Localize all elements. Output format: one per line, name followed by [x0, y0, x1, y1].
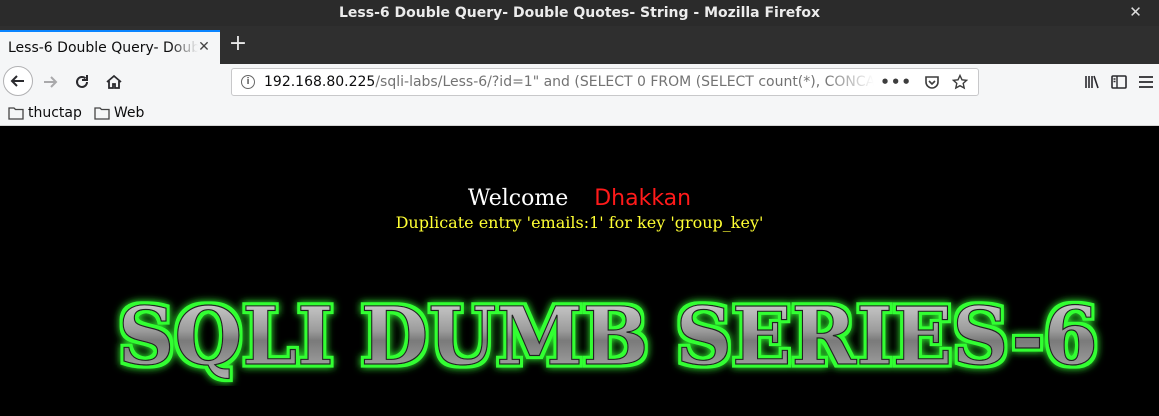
navigation-toolbar: i 192.168.80.225/sqli-labs/Less-6/?id=1"…	[0, 64, 1159, 100]
tab-strip: Less-6 Double Query- Double Quotes- Stri…	[0, 26, 1159, 64]
site-info-icon[interactable]: i	[241, 75, 255, 89]
welcome-text: Welcome	[467, 186, 569, 211]
url-host: 192.168.80.225	[264, 74, 376, 90]
back-arrow-icon	[10, 75, 24, 87]
bookmark-star-icon[interactable]	[952, 74, 968, 90]
folder-icon	[8, 106, 24, 120]
bookmark-folder-web[interactable]: Web	[94, 104, 145, 121]
library-icon[interactable]	[1083, 73, 1101, 91]
tab-title: Less-6 Double Query- Double Quotes- Stri…	[8, 40, 198, 56]
sqli-dumb-series-banner: SQLI DUMB SERIES-6	[117, 288, 1098, 383]
reload-button[interactable]	[68, 68, 96, 96]
tab-close-icon[interactable]: ✕	[196, 39, 212, 55]
bookmark-label: Web	[113, 104, 145, 121]
page-content: Welcome Dhakkan Duplicate entry 'emails:1…	[0, 126, 1159, 416]
sidebar-icon[interactable]	[1110, 73, 1128, 91]
welcome-name: Dhakkan	[594, 186, 692, 211]
bookmark-folder-thuctap[interactable]: thuctap	[8, 105, 82, 121]
banner-text: SQLI DUMB SERIES-6	[118, 289, 1098, 383]
reload-icon	[76, 75, 88, 88]
page-actions-more-icon[interactable]: •••	[880, 73, 912, 91]
welcome-line: Welcome Dhakkan	[0, 186, 1159, 211]
window-titlebar: Less-6 Double Query- Double Quotes- Stri…	[0, 0, 1159, 26]
pocket-icon[interactable]	[924, 74, 940, 90]
bookmarks-toolbar: thuctap Web	[0, 100, 1159, 126]
forward-button[interactable]	[36, 68, 64, 96]
back-button[interactable]	[3, 66, 33, 96]
page-actions: •••	[880, 73, 968, 91]
url-text[interactable]: 192.168.80.225/sqli-labs/Less-6/?id=1" a…	[264, 74, 874, 90]
tab-active[interactable]: Less-6 Double Query- Double Quotes- Stri…	[0, 30, 220, 64]
folder-icon	[94, 106, 110, 120]
home-icon	[106, 74, 122, 89]
sql-error-message: Duplicate entry 'emails:1' for key 'grou…	[395, 213, 764, 232]
bookmark-label: thuctap	[28, 104, 82, 121]
home-button[interactable]	[100, 68, 128, 96]
window-title: Less-6 Double Query- Double Quotes- Stri…	[338, 5, 820, 21]
toolbar-right	[1079, 68, 1159, 96]
url-bar[interactable]: i 192.168.80.225/sqli-labs/Less-6/?id=1"…	[231, 68, 979, 96]
url-path: /sqli-labs/Less-6/?id=1" and (SELECT 0 F…	[375, 74, 874, 90]
new-tab-plus-icon[interactable]: +	[228, 31, 248, 57]
forward-arrow-icon	[44, 76, 58, 88]
menu-hamburger-icon[interactable]	[1137, 73, 1155, 91]
window-close-icon[interactable]: ✕	[1128, 5, 1143, 20]
